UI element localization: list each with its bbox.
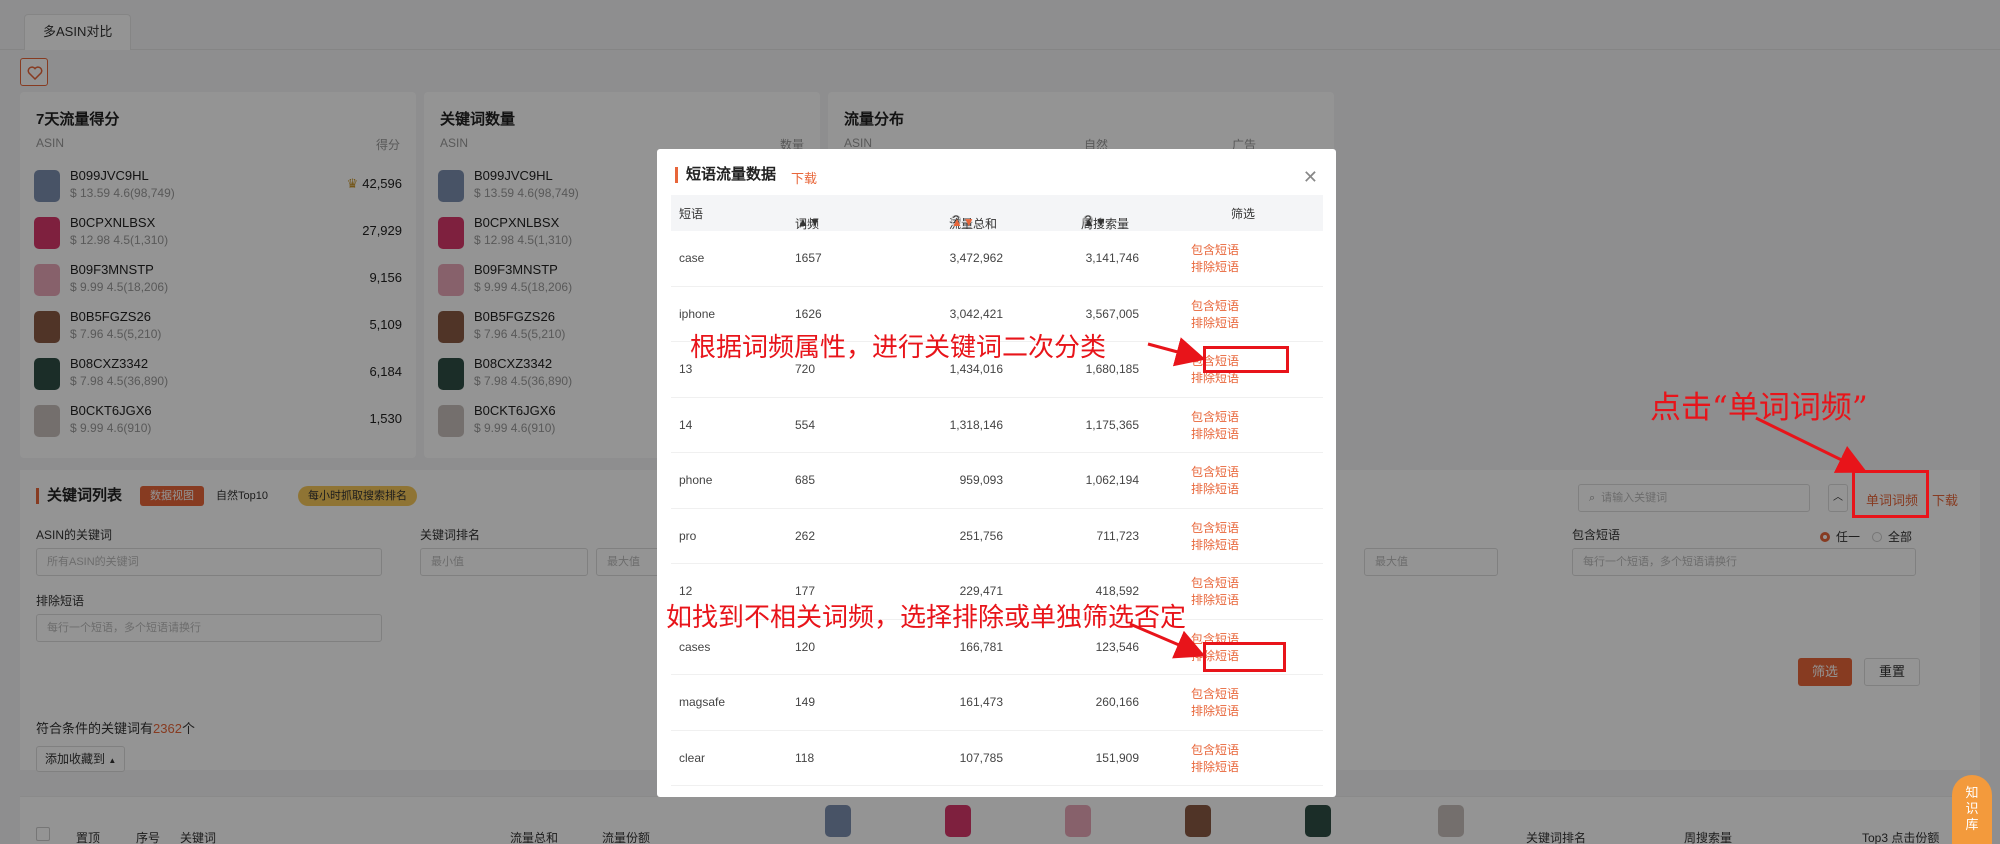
knowledge-base-button[interactable]: 知识库 <box>1952 775 1992 844</box>
annotation-classify: 根据词频属性，进行关键词二次分类 <box>690 333 1107 363</box>
arrow-to-include <box>1147 337 1206 367</box>
knowledge-base-label: 知识库 <box>1965 785 1979 832</box>
annotation-click-word-freq: 点击“单词词频” <box>1650 390 1868 426</box>
annotation-exclude: 如找到不相关词频，选择排除或单独筛选否定 <box>666 603 1187 633</box>
